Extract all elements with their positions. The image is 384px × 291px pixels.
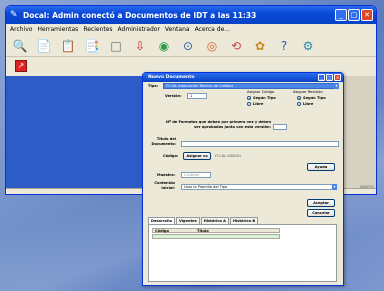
- codigo-libre-radio[interactable]: [247, 102, 251, 106]
- codigo-segun-tipo-label: Según Tipo: [253, 96, 276, 100]
- grid-col-titulo[interactable]: Título: [195, 229, 209, 233]
- media-icon[interactable]: ◎: [204, 38, 220, 54]
- codigo-label: Código:: [163, 154, 179, 158]
- formatos-label: Nº de Formatos que deben por primera vez…: [165, 120, 271, 129]
- codigo-libre-label: Libre: [253, 102, 264, 106]
- table-row[interactable]: [152, 234, 280, 239]
- tab-historico-b[interactable]: Histórico B: [229, 217, 259, 224]
- app-icon: ✎: [10, 10, 18, 20]
- chevron-down-icon[interactable]: ▾: [334, 83, 339, 89]
- tab-vigentes[interactable]: Vigentes: [175, 217, 200, 224]
- new-document-dialog: Nuevo Documento _ □ ✕ Tipo: IT-CAL Instr…: [142, 72, 344, 286]
- aceptar-button[interactable]: Aceptar: [307, 199, 335, 207]
- menu-acerca[interactable]: Acerca de...: [195, 26, 230, 33]
- menu-administrador[interactable]: Administrador: [118, 26, 160, 33]
- asignar-codigo-button[interactable]: Asignar co: [183, 152, 211, 160]
- tab-historico-a[interactable]: Histórico A: [200, 217, 229, 224]
- settings-icon[interactable]: ⚙: [300, 38, 316, 54]
- help-icon[interactable]: ?: [276, 38, 292, 54]
- tools-icon[interactable]: ✿: [252, 38, 268, 54]
- dialog-maximize-button[interactable]: □: [326, 74, 333, 81]
- cancelar-button[interactable]: Cancelar: [307, 209, 335, 217]
- menu-recientes[interactable]: Recientes: [83, 26, 112, 33]
- close-button[interactable]: ✕: [361, 9, 373, 21]
- muestra-label: Muestra:: [157, 173, 176, 177]
- reports-icon[interactable]: 📑: [84, 38, 100, 54]
- toolbar: 🔍 📄 📋 📑 □ ⇩ ◉ ⊙ ◎ ⟲ ✿ ? ⚙: [6, 35, 376, 57]
- formatos-field[interactable]: [273, 124, 287, 130]
- tab-desarrollo[interactable]: Desarrollo: [148, 217, 175, 224]
- refresh-icon[interactable]: ⟲: [228, 38, 244, 54]
- menu-archivo[interactable]: Archivo: [10, 26, 32, 33]
- contenido-label: Contenido Inicial:: [154, 181, 175, 190]
- contenido-chevron-down-icon[interactable]: ▾: [332, 184, 337, 190]
- dialog-minimize-button[interactable]: _: [318, 74, 325, 81]
- tipo-label: Tipo:: [148, 84, 159, 88]
- dialog-title: Nuevo Documento: [148, 75, 195, 80]
- ayuda-button[interactable]: Ayuda: [307, 163, 335, 171]
- contenido-select[interactable]: Usar la Plantilla del Tipo: [181, 184, 333, 190]
- tipo-select[interactable]: IT-CAL Instrucción Técnica de Calidad: [163, 83, 335, 89]
- menubar: Archivo Herramientas Recientes Administr…: [6, 24, 376, 35]
- export-icon[interactable]: ⇩: [132, 38, 148, 54]
- document-tabs: Desarrollo Vigentes Histórico A Históric…: [148, 217, 259, 224]
- main-titlebar[interactable]: ✎ Docal: Admin conectó a Documentos de I…: [6, 6, 376, 24]
- minimize-button[interactable]: _: [335, 9, 347, 21]
- asignar-revision-label: Asignar Revisión: [293, 90, 323, 94]
- titulo-field[interactable]: [181, 141, 339, 147]
- disk-icon[interactable]: ⊙: [180, 38, 196, 54]
- maximize-button[interactable]: □: [348, 9, 360, 21]
- side-panel: MAYÚS: [342, 76, 376, 192]
- revision-segun-tipo-radio[interactable]: [297, 96, 301, 100]
- titulo-label: Título del Documento:: [151, 137, 176, 146]
- asignar-codigo-label: Asignar Código: [247, 90, 275, 94]
- revision-libre-radio[interactable]: [297, 102, 301, 106]
- grid-header: Código Título: [152, 228, 280, 233]
- exit-icon[interactable]: ↗: [15, 60, 27, 72]
- templates-icon[interactable]: 📋: [60, 38, 76, 54]
- codigo-value: IT-CAL-000001: [215, 154, 242, 158]
- window-title: Docal: Admin conectó a Documentos de IDT…: [23, 10, 257, 20]
- search-icon[interactable]: 🔍: [12, 38, 28, 54]
- revision-libre-label: Libre: [303, 102, 314, 106]
- new-doc-icon[interactable]: 📄: [36, 38, 52, 54]
- dialog-close-button[interactable]: ✕: [334, 74, 341, 81]
- dialog-titlebar[interactable]: Nuevo Documento _ □ ✕: [143, 73, 343, 82]
- muestra-field[interactable]: Carácter: [181, 172, 211, 178]
- codigo-segun-tipo-radio[interactable]: [247, 96, 251, 100]
- version-label: Versión:: [165, 94, 182, 98]
- tab-panel: Código Título: [148, 224, 337, 282]
- version-field[interactable]: 1: [187, 93, 207, 99]
- menu-herramientas[interactable]: Herramientas: [37, 26, 78, 33]
- menu-ventana[interactable]: Ventana: [165, 26, 190, 33]
- globe-icon[interactable]: ◉: [156, 38, 172, 54]
- revision-segun-tipo-label: Según Tipo: [303, 96, 326, 100]
- blank-page-icon[interactable]: □: [108, 38, 124, 54]
- grid-col-codigo[interactable]: Código: [153, 229, 195, 233]
